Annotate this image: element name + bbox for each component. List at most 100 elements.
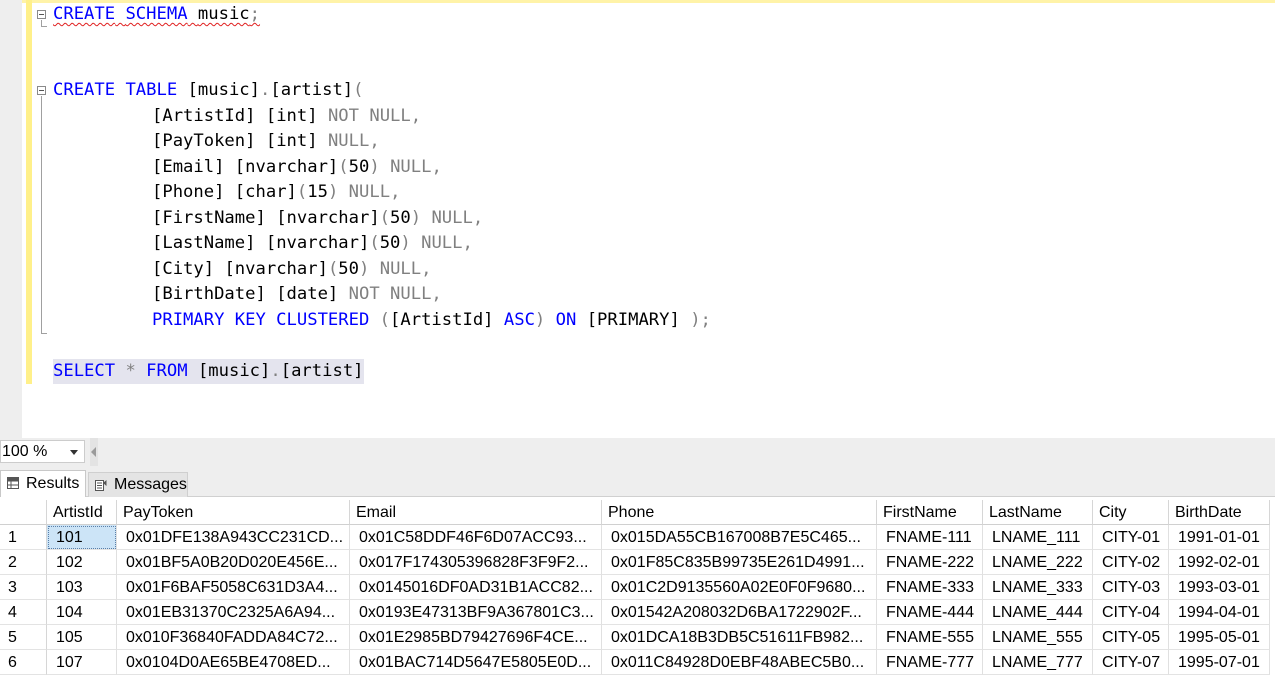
table-cell[interactable]: 104 (47, 600, 117, 625)
table-cell[interactable]: 1994-04-01 (1169, 600, 1270, 625)
editor-gutter (0, 0, 22, 438)
column-type: [int] (265, 131, 318, 151)
table-cell[interactable]: 107 (47, 650, 117, 675)
table-cell[interactable]: LNAME_555 (983, 625, 1093, 650)
arrow-left-icon[interactable] (91, 447, 96, 457)
table-cell[interactable]: 0x0193E47313BF9A367801C3... (350, 600, 602, 625)
table-cell[interactable]: CITY-02 (1093, 550, 1169, 575)
table-cell[interactable]: 1993-03-01 (1169, 575, 1270, 600)
table-cell[interactable]: 1995-07-01 (1169, 650, 1270, 675)
collapse-schema-icon[interactable] (37, 10, 46, 19)
table-cell[interactable]: 0x01F85C835B99735E261D4991... (602, 550, 877, 575)
table-cell[interactable]: 102 (47, 550, 117, 575)
column-header[interactable]: City (1093, 500, 1169, 525)
table-cell[interactable]: 0x01C58DDF46F6D07ACC93... (350, 525, 602, 550)
table-cell[interactable]: FNAME-222 (877, 550, 983, 575)
table-cell[interactable]: 0x01F6BAF5058C631D3A4... (117, 575, 350, 600)
table-cell[interactable]: 0x010F36840FADDA84C72... (117, 625, 350, 650)
results-grid[interactable]: ArtistId PayToken Email Phone FirstName LastN… (0, 497, 1275, 697)
code-line-column[interactable]: [Email] [nvarchar](50) NULL, (152, 155, 442, 180)
messages-icon (95, 480, 107, 491)
column-header[interactable]: Email (350, 500, 602, 525)
table-cell[interactable]: 1995-05-01 (1169, 625, 1270, 650)
column-header[interactable]: LastName (983, 500, 1093, 525)
row-number[interactable]: 3 (0, 575, 47, 600)
row-number[interactable]: 2 (0, 550, 47, 575)
punctuation: ) (400, 233, 411, 253)
table-cell[interactable]: FNAME-333 (877, 575, 983, 600)
table-cell[interactable]: CITY-01 (1093, 525, 1169, 550)
column-header[interactable]: FirstName (877, 500, 983, 525)
zoom-dropdown[interactable]: 100 % (0, 440, 85, 463)
table-cell[interactable]: 0x01E2985BD79427696F4CE... (350, 625, 602, 650)
code-line-column[interactable]: [City] [nvarchar](50) NULL, (152, 257, 431, 282)
code-line-column[interactable]: [ArtistId] [int] NOT NULL, (152, 104, 421, 129)
chevron-down-icon[interactable] (70, 450, 78, 455)
table-cell[interactable]: 0x01542A208032D6BA1722902F... (602, 600, 877, 625)
query-editor[interactable]: CREATE SCHEMA music; CREATE TABLE [music… (0, 0, 1275, 438)
table-cell[interactable]: 101 (47, 525, 117, 550)
table-cell[interactable]: 0x017F174305396828F3F9F2... (350, 550, 602, 575)
table-cell[interactable]: CITY-05 (1093, 625, 1169, 650)
table-cell[interactable]: 1991-01-01 (1169, 525, 1270, 550)
code-line-column[interactable]: [LastName] [nvarchar](50) NULL, (152, 231, 473, 256)
table-cell[interactable]: 0x0145016DF0AD31B1ACC82... (350, 575, 602, 600)
punctuation: . (260, 80, 271, 100)
table-cell[interactable]: 0x01BAC714D5647E5805E0D... (350, 650, 602, 675)
table-cell[interactable]: FNAME-555 (877, 625, 983, 650)
table-cell[interactable]: 0x01C2D9135560A02E0F0F9680... (602, 575, 877, 600)
table-cell[interactable]: 0x0104D0AE65BE4708ED... (117, 650, 350, 675)
row-number[interactable]: 5 (0, 625, 47, 650)
code-line-column[interactable]: [BirthDate] [date] NOT NULL, (152, 282, 442, 307)
column-type: [nvarchar] (224, 259, 328, 279)
keyword: ON (555, 310, 577, 330)
table-cell[interactable]: 0x01EB31370C2325A6A94... (117, 600, 350, 625)
column-header[interactable]: PayToken (117, 500, 350, 525)
table-cell[interactable]: 0x01DFE138A943CC231CD... (117, 525, 350, 550)
code-line-column[interactable]: [FirstName] [nvarchar](50) NULL, (152, 206, 483, 231)
row-number[interactable]: 1 (0, 525, 47, 550)
column-header[interactable]: BirthDate (1169, 500, 1270, 525)
table-cell[interactable]: FNAME-111 (877, 525, 983, 550)
table-cell[interactable]: 105 (47, 625, 117, 650)
code-line-create-schema[interactable]: CREATE SCHEMA music; (53, 2, 260, 27)
table-cell[interactable]: CITY-04 (1093, 600, 1169, 625)
collapse-table-icon[interactable] (37, 86, 46, 95)
row-number[interactable]: 6 (0, 650, 47, 675)
column-header[interactable]: ArtistId (47, 500, 117, 525)
table-cell[interactable]: 1992-02-01 (1169, 550, 1270, 575)
table-cell[interactable]: 0x01DCA18B3DB5C51611FB982... (602, 625, 877, 650)
punctuation: ) (410, 208, 422, 228)
punctuation: ( (353, 80, 364, 100)
punctuation: ) (359, 259, 370, 279)
code-line-create-table[interactable]: CREATE TABLE [music].[artist]( (53, 78, 364, 103)
code-line-column[interactable]: [Phone] [char](15) NULL, (152, 180, 400, 205)
table-cell[interactable]: LNAME_222 (983, 550, 1093, 575)
column-header[interactable]: Phone (602, 500, 877, 525)
results-tab-strip (0, 466, 1275, 497)
code-line-primary-key[interactable]: PRIMARY KEY CLUSTERED ([ArtistId] ASC) O… (152, 308, 711, 333)
grid-corner[interactable] (0, 500, 47, 525)
table-cell[interactable]: 0x011C84928D0EBF48ABEC5B0... (602, 650, 877, 675)
table-cell[interactable]: 0x015DA55CB167008B7E5C465... (602, 525, 877, 550)
keyword: CREATE (53, 4, 116, 24)
table-cell[interactable]: 0x01BF5A0B20D020E456E... (117, 550, 350, 575)
code-line-select[interactable]: SELECT * FROM [music].[artist] (53, 359, 364, 384)
table-cell[interactable]: LNAME_333 (983, 575, 1093, 600)
table-cell[interactable]: CITY-07 (1093, 650, 1169, 675)
table-cell[interactable]: FNAME-444 (877, 600, 983, 625)
keyword: PRIMARY KEY CLUSTERED (152, 310, 370, 330)
code-line-column[interactable]: [PayToken] [int] NULL, (152, 129, 380, 154)
row-number[interactable]: 4 (0, 600, 47, 625)
table-cell[interactable]: LNAME_777 (983, 650, 1093, 675)
table-cell[interactable]: LNAME_111 (983, 525, 1093, 550)
table-cell[interactable]: FNAME-777 (877, 650, 983, 675)
table-cell[interactable]: CITY-03 (1093, 575, 1169, 600)
table-cell[interactable]: LNAME_444 (983, 600, 1093, 625)
select-star: * (125, 361, 136, 381)
table-cell[interactable]: 103 (47, 575, 117, 600)
keyword: ASC (503, 310, 535, 330)
tab-results[interactable]: Results (0, 470, 86, 497)
column-name: [PayToken] (152, 131, 256, 151)
tab-messages[interactable]: Messages (88, 472, 188, 497)
